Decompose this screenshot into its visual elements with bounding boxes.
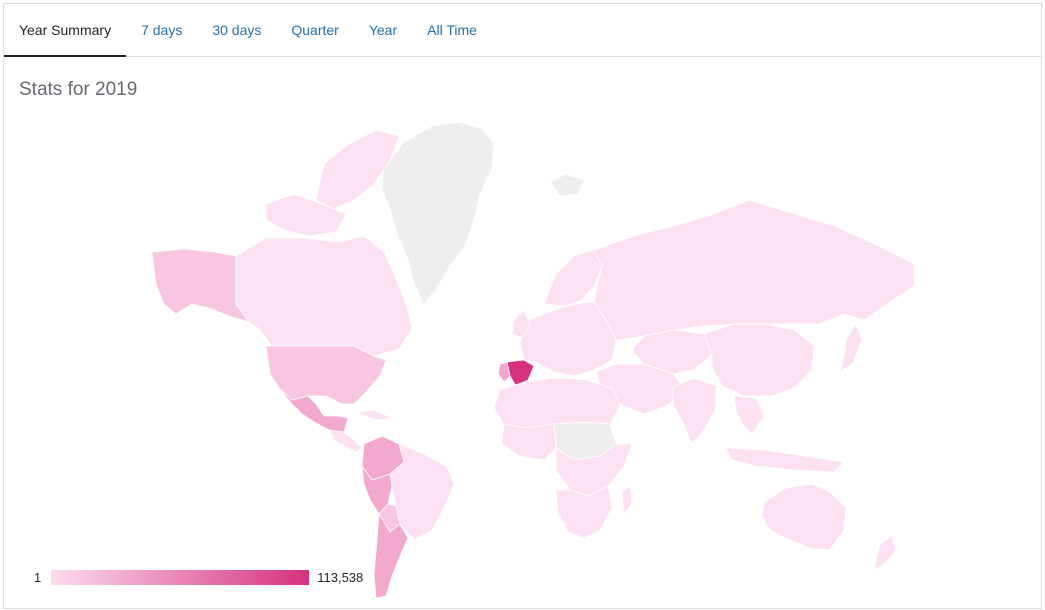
region-united-states[interactable] — [265, 345, 387, 405]
stats-panel: Year Summary 7 days 30 days Quarter Year… — [3, 3, 1042, 609]
legend-gradient-bar — [51, 570, 310, 585]
region-indonesia[interactable] — [725, 447, 845, 473]
region-greenland[interactable] — [381, 121, 495, 305]
tab-year-summary[interactable]: Year Summary — [4, 4, 127, 57]
region-japan[interactable] — [839, 323, 863, 373]
region-australia[interactable] — [761, 483, 847, 551]
region-russia[interactable] — [593, 199, 915, 341]
region-southeast-asia[interactable] — [733, 395, 765, 435]
legend-max-label: 113,538 — [317, 570, 364, 585]
tab-7-days[interactable]: 7 days — [126, 4, 197, 56]
world-map[interactable] — [144, 114, 924, 604]
region-india[interactable] — [671, 377, 717, 445]
region-cuba[interactable] — [355, 409, 393, 421]
tab-30-days[interactable]: 30 days — [197, 4, 276, 56]
period-tabs: Year Summary 7 days 30 days Quarter Year… — [4, 4, 1041, 57]
tab-year[interactable]: Year — [354, 4, 412, 56]
region-west-africa[interactable] — [501, 423, 557, 461]
tab-all-time[interactable]: All Time — [412, 4, 492, 56]
region-madagascar[interactable] — [621, 485, 633, 515]
tab-quarter[interactable]: Quarter — [276, 4, 353, 56]
region-central-america[interactable] — [328, 429, 363, 453]
region-china[interactable] — [703, 323, 815, 397]
page-title: Stats for 2019 — [19, 79, 138, 100]
region-new-zealand[interactable] — [873, 535, 897, 571]
color-scale-legend: 1 113,538 — [34, 570, 363, 585]
region-iceland[interactable] — [549, 173, 585, 197]
legend-min-label: 1 — [34, 570, 42, 585]
region-alaska[interactable] — [151, 248, 250, 323]
region-scandinavia[interactable] — [543, 249, 603, 307]
region-north-africa[interactable] — [493, 377, 621, 429]
region-canada[interactable] — [235, 235, 413, 357]
